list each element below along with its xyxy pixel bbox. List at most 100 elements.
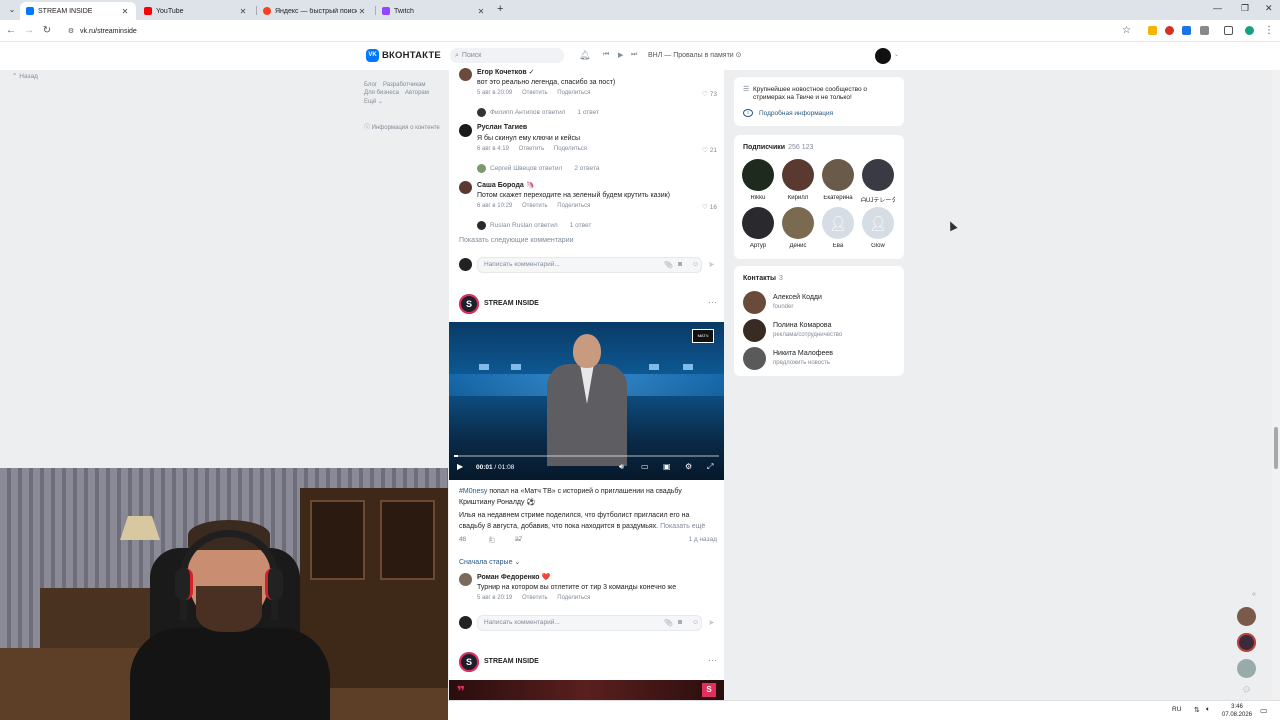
- volume-icon[interactable]: 🔈︎: [1206, 706, 1210, 714]
- settings-gear-icon[interactable]: ⚙: [685, 462, 692, 471]
- comment-input[interactable]: [484, 619, 634, 626]
- minimize-icon[interactable]: —: [1213, 3, 1222, 13]
- comment-author[interactable]: Роман Федоренко ❤️: [477, 573, 550, 581]
- reply-button[interactable]: Ответить: [522, 595, 548, 601]
- extension-icon[interactable]: [1148, 26, 1157, 35]
- volume-icon[interactable]: 🔊︎: [619, 462, 624, 472]
- comment-input[interactable]: [484, 261, 634, 268]
- browser-menu-icon[interactable]: ⋮: [1263, 25, 1275, 37]
- chat-avatar[interactable]: [1237, 633, 1256, 652]
- attach-icon[interactable]: 📎︎: [664, 619, 673, 627]
- share-button[interactable]: Поделиться: [557, 203, 590, 209]
- vk-logo[interactable]: VK ВКОНТАКТЕ: [366, 49, 441, 62]
- link-blog[interactable]: Блог: [364, 82, 377, 88]
- comment-input-box[interactable]: 📎︎ ◙ ☺: [477, 257, 702, 273]
- close-icon[interactable]: ✕: [476, 7, 486, 16]
- fullscreen-icon[interactable]: ⤢: [707, 462, 713, 472]
- profile-icon[interactable]: [1245, 26, 1254, 35]
- language-indicator[interactable]: RU: [1172, 706, 1181, 713]
- more-options-icon[interactable]: ···: [708, 297, 717, 307]
- close-icon[interactable]: ✕: [120, 7, 130, 16]
- video-player[interactable]: МАТЧ ▶ 00:01 / 01:08 🔊︎ ▭ ▣ ⚙ ⤢: [449, 322, 724, 480]
- back-icon[interactable]: ←: [5, 25, 17, 37]
- close-icon[interactable]: ✕: [238, 7, 248, 16]
- replies-link[interactable]: Ruslan Ruslan ответил 1 ответ: [477, 221, 591, 230]
- camera-icon[interactable]: ◙: [678, 619, 682, 626]
- maximize-icon[interactable]: ❐: [1241, 3, 1249, 14]
- subtitles-icon[interactable]: ▣: [663, 462, 671, 471]
- user-avatar[interactable]: [875, 48, 891, 64]
- share-button[interactable]: Поделиться: [554, 146, 587, 152]
- extensions-puzzle-icon[interactable]: [1200, 26, 1209, 35]
- subscriber[interactable]: Кирилл: [781, 159, 815, 201]
- play-icon[interactable]: ▶: [618, 51, 623, 59]
- contact-item[interactable]: Никита Малофеев предложить новость: [743, 347, 898, 371]
- emoji-icon[interactable]: ☺: [692, 619, 699, 626]
- like-button[interactable]: ♡ 16: [702, 203, 717, 211]
- subscriber[interactable]: Артур: [741, 207, 775, 249]
- avatar[interactable]: [459, 68, 472, 81]
- avatar[interactable]: [459, 124, 472, 137]
- like-button[interactable]: ♡ 73: [702, 90, 717, 98]
- bookmark-star-icon[interactable]: ☆: [1122, 25, 1131, 36]
- reload-icon[interactable]: ↻: [41, 25, 53, 37]
- subscribers-title[interactable]: Подписчики 256 123: [743, 144, 813, 151]
- notifications-icon[interactable]: ▭: [1260, 706, 1268, 715]
- forward-icon[interactable]: →: [23, 25, 35, 37]
- reply-button[interactable]: Ответить: [519, 146, 545, 152]
- tab-stream-inside[interactable]: STREAM INSIDE ✕: [20, 2, 136, 20]
- contact-item[interactable]: Полина Комарова реклама/сотрудничество: [743, 319, 898, 343]
- link-authors[interactable]: Авторам: [405, 90, 429, 96]
- subscriber[interactable]: 👤︎ Glow: [861, 207, 895, 249]
- comment-author[interactable]: Егор Кочетков ✓: [477, 68, 534, 76]
- comment-date[interactable]: 6 авг в 10:29: [477, 203, 512, 209]
- video-progress-bar[interactable]: [454, 455, 719, 457]
- post-image[interactable]: ❞ S: [449, 680, 724, 700]
- post-time[interactable]: 1 д назад: [688, 536, 717, 543]
- link-more[interactable]: Ещё ⌄: [364, 98, 383, 105]
- next-track-icon[interactable]: ⏭: [631, 51, 637, 59]
- tab-search-icon[interactable]: ⌄: [6, 4, 18, 16]
- more-options-icon[interactable]: ···: [708, 655, 717, 665]
- community-avatar[interactable]: S: [459, 652, 479, 672]
- sort-comments-dropdown[interactable]: Сначала старые ⌄: [459, 558, 520, 566]
- share-button[interactable]: Поделиться: [557, 595, 590, 601]
- subscriber[interactable]: 👤︎ Ева: [821, 207, 855, 249]
- send-icon[interactable]: ➤: [708, 260, 715, 269]
- back-link[interactable]: ⌃ Назад: [12, 72, 38, 80]
- tab-yandex[interactable]: Яндекс — быстрый поиск в и ✕: [257, 2, 373, 20]
- miniplayer-icon[interactable]: ▭: [641, 462, 649, 471]
- link-developers[interactable]: Разработчикам: [383, 82, 426, 88]
- clock[interactable]: 3:46 07.08.2026: [1222, 703, 1252, 719]
- replies-link[interactable]: Филипп Антипов ответил 1 ответ: [477, 108, 599, 117]
- replies-link[interactable]: Сергей Швецов ответил 2 ответа: [477, 164, 599, 173]
- play-icon[interactable]: ▶: [457, 462, 463, 471]
- collapse-chevron-icon[interactable]: «: [1252, 591, 1256, 598]
- content-info-link[interactable]: ⓘ Информация о контенте: [364, 122, 440, 131]
- contact-item[interactable]: Алексей Кодди founder: [743, 291, 898, 315]
- tab-twitch[interactable]: Twitch ✕: [376, 2, 492, 20]
- like-button[interactable]: ♡ 21: [702, 146, 717, 154]
- subscriber[interactable]: Екатерина: [821, 159, 855, 201]
- emoji-icon[interactable]: ☺: [692, 261, 699, 268]
- url-field[interactable]: ⚙ vk.ru/streaminside: [60, 22, 1140, 40]
- post-author[interactable]: STREAM INSIDE: [484, 658, 539, 665]
- scrollbar-thumb[interactable]: [1274, 427, 1278, 469]
- new-tab-button[interactable]: +: [497, 3, 503, 15]
- downloads-icon[interactable]: [1224, 26, 1233, 35]
- reply-button[interactable]: Ответить: [522, 90, 548, 96]
- community-avatar[interactable]: S: [459, 294, 479, 314]
- notifications-bell-icon[interactable]: 🔔︎: [579, 50, 590, 61]
- subscriber[interactable]: ᗩUJテレータ: [861, 159, 895, 205]
- messages-icon[interactable]: 💬︎: [1242, 686, 1251, 694]
- subscriber[interactable]: Rikku: [741, 159, 775, 201]
- previous-track-icon[interactable]: ⏮: [603, 51, 609, 59]
- now-playing-track[interactable]: ВНЛ — Провалы в памяти ⊙: [648, 51, 742, 59]
- subscriber[interactable]: Денис: [781, 207, 815, 249]
- avatar[interactable]: [459, 181, 472, 194]
- comment-date[interactable]: 6 авг в 4:19: [477, 146, 509, 152]
- send-icon[interactable]: ➤: [708, 618, 715, 627]
- close-window-icon[interactable]: ✕: [1265, 3, 1273, 14]
- comment-author[interactable]: Саша Борода 🦄: [477, 181, 534, 189]
- share-button[interactable]: Поделиться: [557, 90, 590, 96]
